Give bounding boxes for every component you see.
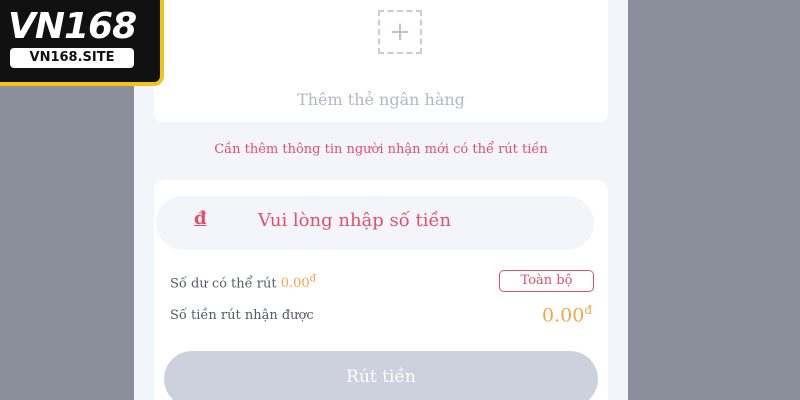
plus-icon: + bbox=[389, 17, 411, 47]
currency-symbol: đ bbox=[194, 208, 207, 229]
withdraw-all-button[interactable]: Toàn bộ bbox=[499, 270, 594, 292]
logo-subtitle: VN168.SITE bbox=[10, 48, 134, 68]
amount-placeholder[interactable]: Vui lòng nhập số tiền bbox=[258, 210, 451, 231]
withdraw-button[interactable]: Rút tiền bbox=[164, 351, 598, 400]
logo-title: VN168 bbox=[8, 6, 137, 47]
balance-value: 0.00đ bbox=[280, 274, 317, 292]
recipient-notice: Cần thêm thông tin người nhận mới có thể… bbox=[214, 142, 548, 157]
add-card-box[interactable]: + bbox=[378, 10, 422, 54]
page: + Thêm thẻ ngân hàng Cần thêm thông tin … bbox=[0, 0, 800, 400]
site-logo: VN168 VN168.SITE bbox=[0, 0, 164, 86]
balance-label: Số dư có thể rút bbox=[170, 276, 277, 292]
balance-row: Số dư có thể rút 0.00đ bbox=[170, 274, 316, 291]
received-value: 0.00đ bbox=[542, 303, 592, 327]
received-label: Số tiền rút nhận được bbox=[170, 308, 314, 323]
add-card-label: Thêm thẻ ngân hàng bbox=[297, 90, 465, 109]
withdraw-panel: + Thêm thẻ ngân hàng Cần thêm thông tin … bbox=[134, 0, 628, 400]
